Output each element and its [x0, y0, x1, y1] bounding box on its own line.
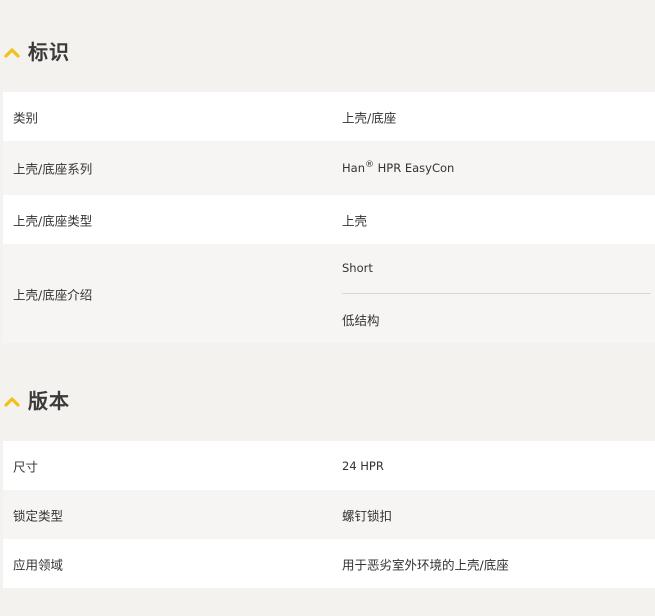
- table-row: 上壳/底座介绍 Short 低结构: [3, 244, 655, 343]
- section-header-identification[interactable]: 标识: [0, 36, 70, 65]
- table-row: 应用领域 用于恶劣室外环境的上壳/底座: [3, 539, 655, 588]
- table-row: 锁定类型 螺钉锁扣: [3, 490, 655, 539]
- registered-mark: ®: [364, 160, 374, 171]
- row-value: 低结构: [342, 313, 380, 328]
- row-label: 上壳/底座系列: [13, 161, 93, 177]
- row-label: 类别: [13, 110, 39, 125]
- row-label: 锁定类型: [13, 508, 64, 523]
- identification-table: 类别 上壳/底座 上壳/底座系列 Han® HPR EasyCon 上壳/底座类…: [3, 92, 655, 343]
- chevron-up-icon: [3, 44, 21, 58]
- product-spec-page: 标识 类别 上壳/底座 上壳/底座系列 Han® HPR EasyCon 上壳/…: [0, 0, 655, 616]
- row-value: 用于恶劣室外环境的上壳/底座: [342, 557, 509, 572]
- value-main: Han: [342, 161, 365, 175]
- divider: [342, 293, 651, 294]
- row-label: 上壳/底座介绍: [13, 287, 93, 302]
- chevron-up-icon: [3, 393, 21, 407]
- table-row: 上壳/底座系列 Han® HPR EasyCon: [3, 141, 655, 195]
- row-label: 尺寸: [13, 459, 39, 474]
- value-rest: HPR EasyCon: [373, 161, 455, 175]
- row-value: 上壳/底座: [342, 110, 397, 125]
- section-title: 版本: [28, 389, 70, 413]
- row-label: 应用领域: [13, 557, 64, 572]
- version-table: 尺寸 24 HPR 锁定类型 螺钉锁扣 应用领域 用于恶劣室外环境的上壳/底座: [3, 441, 655, 588]
- row-value: Short: [342, 261, 373, 275]
- table-row: 上壳/底座类型 上壳: [3, 195, 655, 244]
- table-row: 尺寸 24 HPR: [3, 441, 655, 490]
- table-row: 类别 上壳/底座: [3, 92, 655, 141]
- section-header-version[interactable]: 版本: [0, 385, 70, 414]
- section-title: 标识: [28, 40, 70, 64]
- row-value: Han® HPR EasyCon: [342, 161, 454, 175]
- row-value: 螺钉锁扣: [342, 508, 393, 523]
- row-value: 上壳: [342, 213, 368, 228]
- row-value: 24 HPR: [342, 458, 384, 473]
- row-label: 上壳/底座类型: [13, 213, 93, 228]
